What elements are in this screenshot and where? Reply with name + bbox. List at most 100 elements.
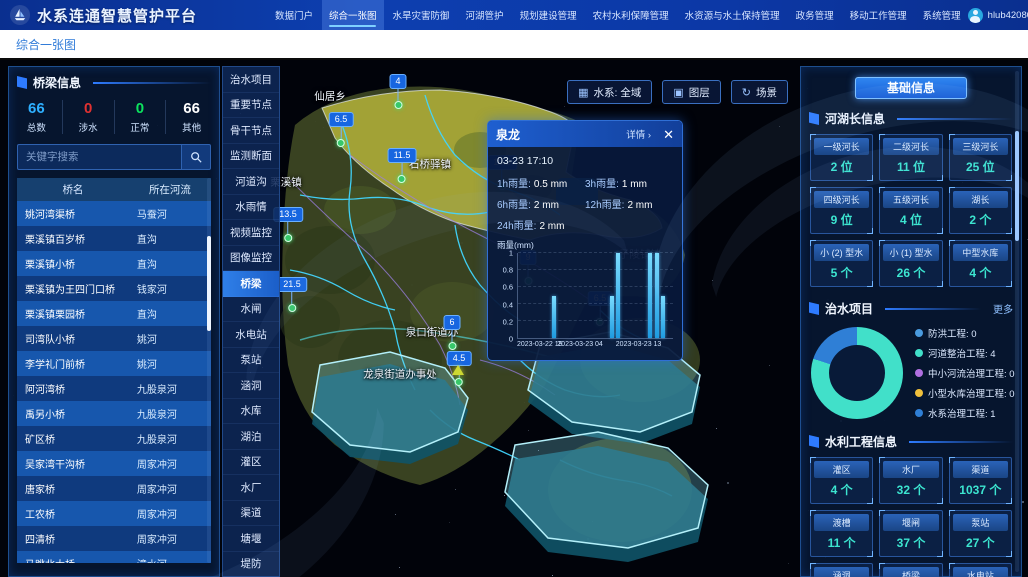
station-marker[interactable]: 11.5 [388, 148, 417, 183]
rainfall-bar [661, 296, 665, 339]
layer-item-塘堰[interactable]: 塘堰 [223, 526, 279, 552]
layer-item-涵洞[interactable]: 涵洞 [223, 373, 279, 399]
bridge-name-cell: 四清桥 [17, 526, 129, 551]
table-row[interactable]: 栗溪镇栗园桥直沟 [17, 301, 211, 326]
card-label: 中型水库 [953, 244, 1008, 261]
map-control-场景[interactable]: ↻场景 [731, 80, 788, 104]
info-card-湖长: 湖长2 个 [949, 187, 1012, 234]
layer-item-水雨情[interactable]: 水雨情 [223, 195, 279, 221]
layer-item-重要节点[interactable]: 重要节点 [223, 93, 279, 119]
card-label: 堰闸 [883, 514, 938, 531]
station-marker[interactable]: 6 [443, 315, 460, 350]
table-row[interactable]: 司湾队小桥姚河 [17, 326, 211, 351]
nav-item-农村水利保障管理[interactable]: 农村水利保障管理 [586, 0, 676, 30]
more-link[interactable]: 更多 [993, 301, 1013, 316]
station-marker[interactable]: 6.5 [329, 112, 354, 147]
layer-item-骨干节点[interactable]: 骨干节点 [223, 118, 279, 144]
search-button[interactable] [181, 144, 211, 170]
river-name-cell: 九股泉河 [129, 376, 211, 401]
table-row[interactable]: 工农桥周家冲河 [17, 501, 211, 526]
table-scrollbar[interactable] [207, 178, 211, 563]
basic-info-button[interactable]: 基础信息 [855, 77, 967, 99]
layer-item-堤防[interactable]: 堤防 [223, 552, 279, 577]
panel-scrollbar[interactable] [1015, 71, 1019, 572]
table-row[interactable]: 阿河湾桥九股泉河 [17, 376, 211, 401]
nav-item-河湖管护[interactable]: 河湖管护 [459, 0, 511, 30]
layer-item-监测断面[interactable]: 监测断面 [223, 144, 279, 170]
marker-value-badge: 6.5 [329, 112, 354, 127]
nav-item-系统管理[interactable]: 系统管理 [916, 0, 968, 30]
map-controls: ▦水系: 全域▣图层↻场景 [567, 80, 788, 104]
nav-item-综合一张图[interactable]: 综合一张图 [322, 0, 384, 30]
map-control-图层[interactable]: ▣图层 [662, 80, 720, 104]
station-marker[interactable]: 4 [389, 74, 406, 109]
nav-item-移动工作管理[interactable]: 移动工作管理 [843, 0, 914, 30]
info-card-小 (2) 型水: 小 (2) 型水5 个 [810, 240, 873, 287]
table-row[interactable]: 矿区桥九股泉河 [17, 426, 211, 451]
card-label: 桥梁 [883, 567, 938, 577]
nav-item-水资源与水土保持管理[interactable]: 水资源与水土保持管理 [678, 0, 787, 30]
close-icon[interactable]: ✕ [663, 128, 674, 141]
table-row[interactable]: 李学礼门前桥姚河 [17, 351, 211, 376]
card-label: 涵洞 [814, 567, 869, 577]
legend-text: 中小河流治理工程: 0 [928, 366, 1015, 380]
card-value: 27 个 [950, 531, 1011, 556]
popup-time: 03-23 17:10 [497, 155, 673, 167]
table-row[interactable]: 吴家湾干沟桥周家冲河 [17, 451, 211, 476]
layer-item-水闸[interactable]: 水闸 [223, 297, 279, 323]
nav-item-数据门户[interactable]: 数据门户 [268, 0, 320, 30]
table-row[interactable]: 姚河湾渠桥马蚕河 [17, 201, 211, 226]
layer-item-水库[interactable]: 水库 [223, 399, 279, 425]
layer-item-湖泊[interactable]: 湖泊 [223, 424, 279, 450]
marker-stem [288, 222, 289, 234]
station-marker[interactable]: 21.5 [277, 277, 307, 312]
user-menu[interactable]: hlub42080201 ▾ [968, 8, 1028, 23]
breadcrumb[interactable]: 综合一张图 [16, 36, 76, 53]
town-label-仙居乡: 仙居乡 [314, 89, 346, 104]
layer-item-视频监控[interactable]: 视频监控 [223, 220, 279, 246]
marker-stem [397, 89, 398, 101]
breadcrumb-bar: 综合一张图 [0, 30, 1028, 60]
table-row[interactable]: 栗溪镇百岁桥直沟 [17, 226, 211, 251]
search-input[interactable] [17, 144, 181, 170]
card-label: 湖长 [953, 191, 1008, 208]
layer-item-桥梁[interactable]: 桥梁 [223, 271, 279, 297]
popup-detail-link[interactable]: 详情 › [626, 127, 651, 141]
map-control-水系: 全域[interactable]: ▦水系: 全域 [567, 80, 652, 104]
x-tick-label: 2023-03-22 19 [517, 341, 563, 348]
sailboat-logo-icon [10, 5, 30, 25]
nav-item-政务管理[interactable]: 政务管理 [789, 0, 841, 30]
layer-item-河道沟[interactable]: 河道沟 [223, 169, 279, 195]
table-row[interactable]: 四清桥周家冲河 [17, 526, 211, 551]
card-label: 四级河长 [814, 191, 869, 208]
layer-item-治水项目[interactable]: 治水项目 [223, 67, 279, 93]
chart-plot-area [517, 253, 673, 339]
nav-item-水旱灾害防御[interactable]: 水旱灾害防御 [386, 0, 457, 30]
bridge-table: 桥名所在河流 姚河湾渠桥马蚕河栗溪镇百岁桥直沟栗溪镇小桥直沟栗溪镇为王四门口桥钱… [17, 178, 211, 563]
section-flag-icon [809, 302, 819, 315]
layer-item-图像监控[interactable]: 图像监控 [223, 246, 279, 272]
layer-item-灌区[interactable]: 灌区 [223, 450, 279, 476]
stat-value: 0 [115, 100, 166, 117]
table-row[interactable]: 唐家桥周家冲河 [17, 476, 211, 501]
legend-text: 防洪工程: 0 [928, 326, 977, 340]
table-row[interactable]: 栗溪镇小桥直沟 [17, 251, 211, 276]
layer-item-水电站[interactable]: 水电站 [223, 322, 279, 348]
layer-item-水厂[interactable]: 水厂 [223, 475, 279, 501]
map-control-label: 场景 [756, 85, 777, 100]
stat-label: 涉水 [63, 120, 114, 134]
table-row[interactable]: 禹另小桥九股泉河 [17, 401, 211, 426]
table-row[interactable]: 马跳北大桥漳水河 [17, 551, 211, 563]
layer-item-渠道[interactable]: 渠道 [223, 501, 279, 527]
main-nav-menu: 数据门户综合一张图水旱灾害防御河湖管护规划建设管理农村水利保障管理水资源与水土保… [268, 0, 968, 30]
warning-triangle-marker[interactable] [452, 365, 464, 375]
nav-item-规划建设管理[interactable]: 规划建设管理 [513, 0, 584, 30]
metric-label: 3h雨量: [585, 179, 619, 190]
scrollbar-thumb[interactable] [1015, 131, 1019, 241]
metric-label: 24h雨量: [497, 221, 536, 232]
scrollbar-thumb[interactable] [207, 236, 211, 331]
popup-body: 03-23 17:10 1h雨量:0.5 mm3h雨量:1 mm6h雨量:2 m… [488, 147, 682, 360]
table-row[interactable]: 栗溪镇为王四门口桥钱家河 [17, 276, 211, 301]
bridge-stat-总数: 66总数 [11, 100, 62, 134]
layer-item-泵站[interactable]: 泵站 [223, 348, 279, 374]
